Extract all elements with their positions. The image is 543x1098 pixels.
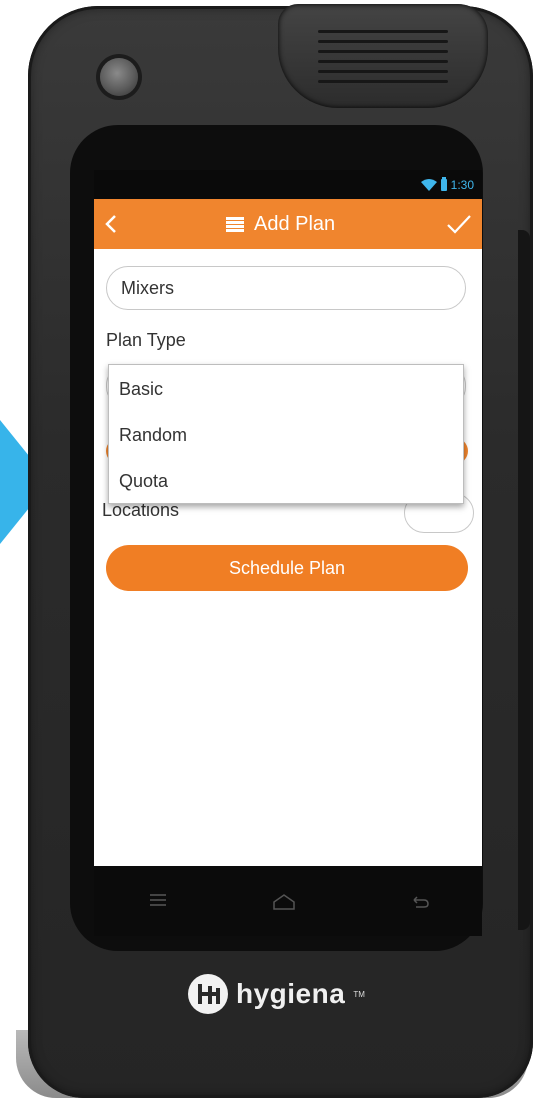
android-nav-bar [94,866,482,936]
trademark: TM [353,989,365,999]
menu-icon[interactable] [150,894,166,906]
app-bar: Add Plan [94,199,482,249]
brand-logo: hygiena TM [188,974,365,1014]
camera-button [100,58,138,96]
app-screen: 1:30 Add Plan Plan Type Locations Basic … [94,170,482,866]
battery-icon [440,177,447,191]
back-icon[interactable] [410,894,430,908]
pointer-arrow-tail [0,448,8,516]
home-icon[interactable] [272,894,296,910]
plan-type-dropdown: Basic Random Quota [108,364,464,504]
page-title: Add Plan [254,213,336,235]
status-bar: 1:30 [94,170,482,199]
list-icon [226,216,244,233]
hygiena-logo-icon [188,974,228,1014]
speaker-grille [278,4,488,108]
dropdown-option-basic[interactable]: Basic [119,379,163,400]
brand-name: hygiena [236,978,346,1009]
chevron-left-icon[interactable] [102,213,120,235]
device-side [518,230,530,930]
plan-name-input[interactable] [106,266,466,310]
dropdown-option-quota[interactable]: Quota [119,471,168,492]
dropdown-option-random[interactable]: Random [119,425,187,446]
wifi-icon [420,179,437,191]
status-time: 1:30 [450,178,474,192]
schedule-plan-button[interactable]: Schedule Plan [106,545,468,591]
plan-type-label: Plan Type [106,330,186,350]
checkmark-icon[interactable] [446,213,472,235]
